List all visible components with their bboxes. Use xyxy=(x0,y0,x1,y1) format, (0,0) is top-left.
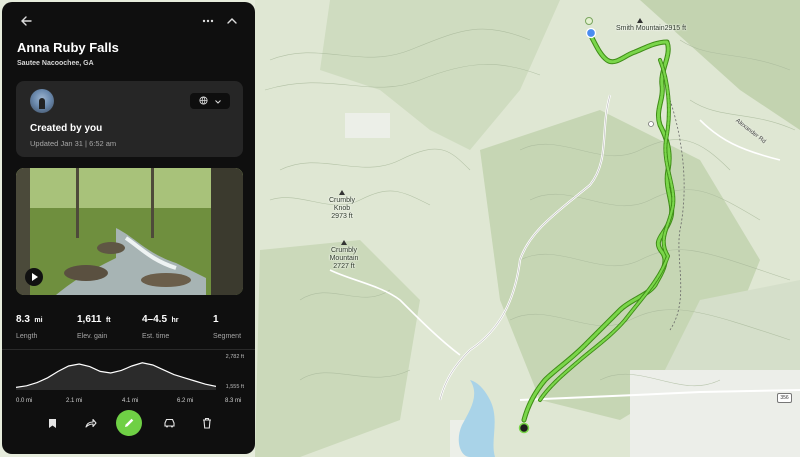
panel-header xyxy=(2,2,255,40)
action-toolbar xyxy=(2,407,255,443)
peak-icon xyxy=(341,240,347,245)
visibility-dropdown[interactable] xyxy=(190,93,230,109)
created-by-label: Created by you xyxy=(30,123,103,134)
elevation-x-label: 0.0 mi xyxy=(16,398,33,404)
chevron-down-icon xyxy=(215,97,222,106)
map-label-crumbly-knob[interactable]: Crumbly Knob 2973 ft xyxy=(320,190,364,221)
elevation-x-label: 2.1 mi xyxy=(66,398,83,404)
trail-stats: 8.3 mi Length 1,611 ft Elev. gain 4–4.5 … xyxy=(16,309,246,340)
stat-elevation-gain: 1,611 ft Elev. gain xyxy=(77,314,111,340)
share-icon[interactable] xyxy=(79,411,103,435)
elevation-min-label: 1,555 ft xyxy=(225,384,244,390)
elevation-x-label: 8.3 mi xyxy=(225,398,242,404)
play-icon[interactable] xyxy=(25,268,43,286)
pencil-icon[interactable] xyxy=(116,410,142,436)
divider xyxy=(2,349,255,350)
trail-title: Anna Ruby Falls xyxy=(17,40,119,55)
trash-icon[interactable] xyxy=(195,411,219,435)
trail-detail-panel: Anna Ruby Falls Sautee Nacoochee, GA Cre… xyxy=(2,2,255,454)
elevation-profile[interactable]: 2,782 ft 1,555 ft 0.0 mi 2.1 mi 4.1 mi 6… xyxy=(16,354,244,406)
map-label-crumbly-mountain[interactable]: Crumbly Mountain 2727 ft xyxy=(322,240,366,271)
map-label-smith-mountain[interactable]: Smith Mountain 2915 ft xyxy=(616,18,686,41)
highway-shield: 356 xyxy=(777,393,792,403)
chevron-up-icon[interactable] xyxy=(222,11,242,31)
more-icon[interactable] xyxy=(198,11,218,31)
creator-card: Created by you Updated Jan 31 | 6:52 am xyxy=(16,81,243,157)
photo-scene xyxy=(16,168,243,295)
bookmark-icon[interactable] xyxy=(40,411,64,435)
trail-location: Sautee Nacoochee, GA xyxy=(17,60,94,67)
trail-photo[interactable] xyxy=(16,168,243,295)
elevation-x-label: 4.1 mi xyxy=(122,398,139,404)
elevation-chart xyxy=(16,362,216,390)
stat-estimated-time: 4–4.5 hr Est. time xyxy=(142,314,179,340)
avatar[interactable] xyxy=(30,89,54,113)
peak-icon xyxy=(637,18,644,23)
stat-length: 8.3 mi Length xyxy=(16,314,43,340)
updated-timestamp: Updated Jan 31 | 6:52 am xyxy=(30,139,117,148)
globe-icon xyxy=(199,95,208,107)
arrow-left-icon[interactable] xyxy=(16,11,36,31)
elevation-max-label: 2,782 ft xyxy=(225,354,244,360)
elevation-x-label: 6.2 mi xyxy=(177,398,194,404)
stat-segment: 1 Segment xyxy=(213,314,242,340)
peak-icon xyxy=(339,190,345,195)
car-icon[interactable] xyxy=(157,411,181,435)
